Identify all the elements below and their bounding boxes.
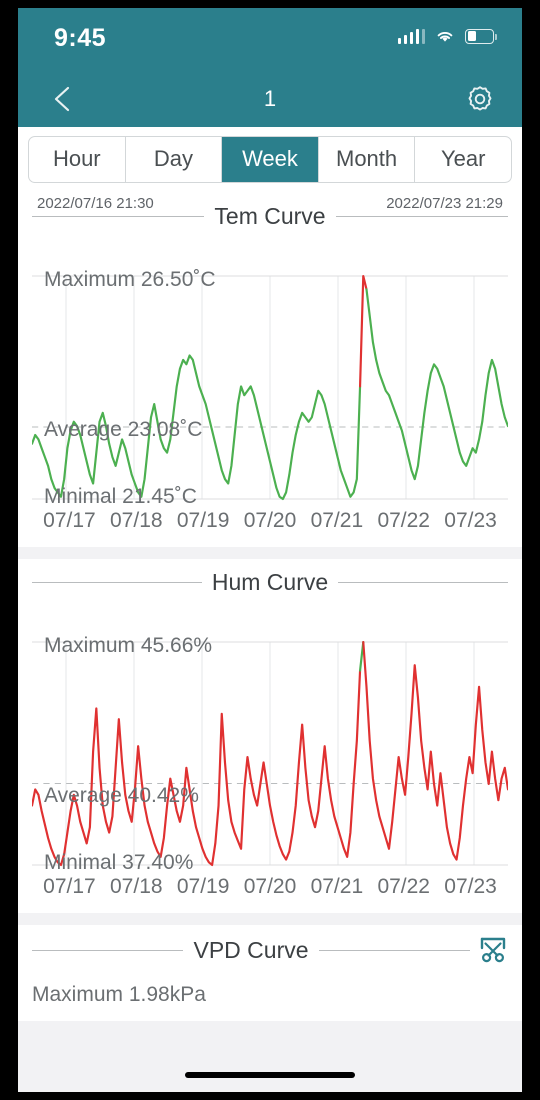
tem-card-header: Tem Curve 2022/07/16 21:30 2022/07/23 21… bbox=[18, 193, 522, 232]
hum-xtick-1: 07/18 bbox=[110, 875, 163, 898]
hum-xtick-4: 07/21 bbox=[310, 875, 364, 898]
segment-week[interactable]: Week bbox=[222, 137, 319, 182]
segment-month[interactable]: Month bbox=[319, 137, 416, 182]
tem-xtick-0: 07/17 bbox=[43, 509, 96, 532]
status-clock: 9:45 bbox=[54, 24, 107, 52]
tem-xtick-1: 07/18 bbox=[110, 509, 163, 532]
app-screen: 9:45 1 Hour Day Week Month Year Tem Curv… bbox=[18, 8, 522, 1092]
segment-year[interactable]: Year bbox=[415, 137, 511, 182]
card-hum-curve: Hum Curve Maximum 45.66% Average 40.42% … bbox=[18, 559, 522, 913]
segment-day[interactable]: Day bbox=[126, 137, 223, 182]
divider-left bbox=[32, 216, 205, 217]
phone-frame: 9:45 1 Hour Day Week Month Year Tem Curv… bbox=[0, 0, 540, 1100]
hum-xtick-0: 07/17 bbox=[43, 875, 96, 898]
tem-x-axis: 07/17 07/18 07/19 07/20 07/21 07/22 07/2… bbox=[18, 505, 522, 533]
vpd-stats: Maximum 1.98kPa bbox=[18, 967, 522, 1007]
hum-card-title: Hum Curve bbox=[211, 569, 329, 595]
hum-card-header: Hum Curve bbox=[18, 559, 522, 598]
tem-chart-block: Maximum 26.50˚C Average 23.08˚C Minimal … bbox=[18, 268, 522, 508]
card-tem-curve: Tem Curve 2022/07/16 21:30 2022/07/23 21… bbox=[18, 193, 522, 547]
scissors-cut-icon[interactable] bbox=[478, 935, 508, 965]
divider-right bbox=[338, 582, 508, 583]
nav-bar: 1 bbox=[18, 70, 522, 127]
card-gap-1 bbox=[18, 547, 522, 559]
vpd-card-title: VPD Curve bbox=[193, 936, 309, 963]
gear-icon[interactable] bbox=[464, 83, 496, 115]
hum-plot[interactable] bbox=[32, 636, 508, 871]
divider-right bbox=[335, 216, 509, 217]
tem-plot[interactable] bbox=[32, 270, 508, 505]
hum-xtick-2: 07/19 bbox=[176, 875, 230, 898]
divider-left bbox=[32, 949, 184, 951]
range-start: 2022/07/16 21:30 bbox=[34, 195, 157, 212]
divider-left bbox=[32, 582, 202, 583]
hum-xtick-6: 07/23 bbox=[444, 875, 497, 898]
tem-xtick-3: 07/20 bbox=[243, 509, 297, 532]
signal-bars-icon bbox=[397, 28, 425, 44]
battery-low-icon bbox=[465, 28, 498, 44]
hum-xtick-3: 07/20 bbox=[243, 875, 297, 898]
page-title: 1 bbox=[263, 85, 277, 111]
tem-xtick-4: 07/21 bbox=[310, 509, 364, 532]
range-end: 2022/07/23 21:29 bbox=[383, 195, 506, 212]
segment-hour[interactable]: Hour bbox=[29, 137, 126, 182]
card-vpd-curve: VPD Curve Maximum 1.98kPa bbox=[18, 925, 522, 1021]
divider-right bbox=[318, 949, 471, 951]
status-bar: 9:45 bbox=[18, 8, 522, 70]
status-indicators bbox=[397, 28, 498, 44]
period-selector-wrap: Hour Day Week Month Year bbox=[18, 127, 522, 193]
vpd-maximum-label: Maximum 1.98kPa bbox=[32, 983, 206, 1006]
hum-xtick-5: 07/22 bbox=[377, 875, 430, 898]
vpd-card-header: VPD Curve bbox=[18, 925, 522, 967]
tem-xtick-2: 07/19 bbox=[176, 509, 230, 532]
period-segmented-control[interactable]: Hour Day Week Month Year bbox=[28, 136, 512, 183]
hum-chart-block: Maximum 45.66% Average 40.42% Minimal 37… bbox=[18, 634, 522, 874]
wifi-icon bbox=[437, 32, 453, 42]
tem-xtick-6: 07/23 bbox=[444, 509, 497, 532]
tem-card-title: Tem Curve bbox=[214, 203, 326, 229]
tem-xtick-5: 07/22 bbox=[377, 509, 430, 532]
hum-x-axis: 07/17 07/18 07/19 07/20 07/21 07/22 07/2… bbox=[18, 871, 522, 899]
home-indicator bbox=[185, 1072, 355, 1078]
card-gap-2 bbox=[18, 913, 522, 925]
